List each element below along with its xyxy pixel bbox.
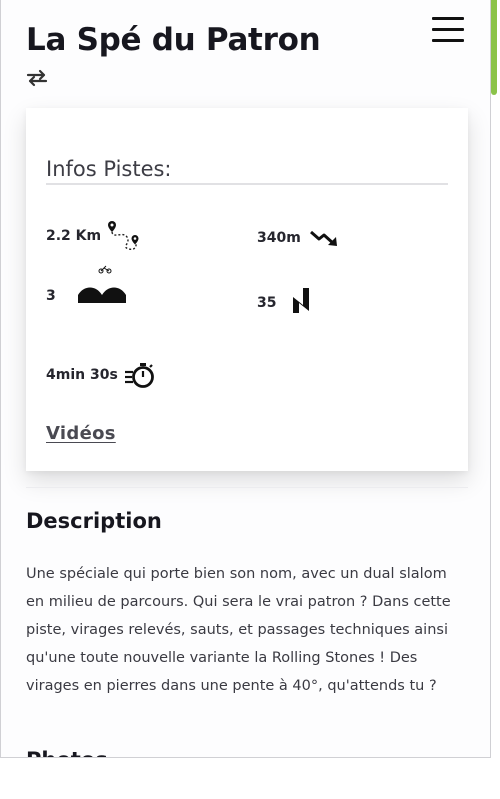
- page-title: La Spé du Patron: [26, 22, 321, 58]
- elevation-value: 340m: [257, 230, 301, 246]
- switchback-turns-icon: [291, 285, 311, 315]
- downhill-arrow-icon: [309, 227, 341, 249]
- elevation-stat: 340m: [257, 227, 341, 249]
- videos-link[interactable]: Vidéos: [46, 423, 116, 444]
- distance-value: 2.2 Km: [46, 228, 102, 244]
- description-title: Description: [26, 509, 162, 533]
- scroll-accent-bar: [491, 0, 497, 95]
- time-stat: 4min 30s: [46, 361, 156, 389]
- page-content: La Spé du Patron Infos Pistes: 2.2 Km 34…: [0, 0, 491, 758]
- route-distance-icon: [107, 219, 141, 253]
- bumps-terrain-icon: [77, 265, 130, 305]
- description-text: Une spéciale qui porte bien son nom, ave…: [26, 566, 451, 694]
- turns-value: 35: [257, 295, 277, 311]
- photos-title: Photos: [26, 748, 108, 757]
- jumps-value: 3: [46, 288, 56, 304]
- hamburger-menu-icon[interactable]: [429, 14, 467, 46]
- time-value: 4min 30s: [46, 367, 118, 383]
- infos-pistes-card: Infos Pistes: 2.2 Km 340m 3 35 4min 30s …: [26, 108, 468, 471]
- viewport: La Spé du Patron Infos Pistes: 2.2 Km 34…: [0, 0, 500, 799]
- turns-stat: 35: [257, 285, 311, 315]
- stopwatch-icon: [124, 361, 156, 389]
- swap-arrows-icon[interactable]: [26, 68, 48, 88]
- jumps-stat: 3: [46, 265, 130, 305]
- distance-stat: 2.2 Km: [46, 219, 141, 253]
- infos-pistes-heading: Infos Pistes:: [46, 157, 448, 185]
- section-divider: [26, 487, 468, 488]
